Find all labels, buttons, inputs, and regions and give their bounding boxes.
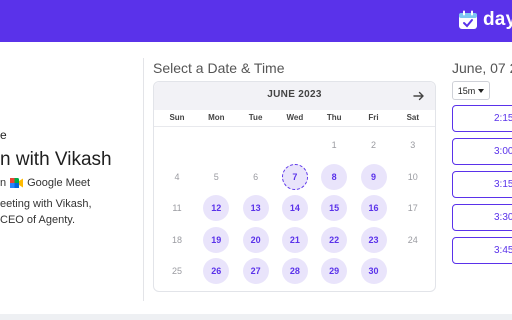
calendar-day[interactable]: 19 bbox=[203, 226, 230, 253]
footer-strip bbox=[0, 314, 512, 320]
next-month-arrow-icon[interactable] bbox=[411, 88, 427, 104]
time-slot-button[interactable]: 2:15 bbox=[452, 105, 512, 132]
meeting-platform: Google Meet bbox=[27, 177, 91, 189]
time-slot-label: 3:15 bbox=[494, 179, 512, 190]
top-bar bbox=[0, 0, 512, 42]
calendar-day: 25 bbox=[171, 266, 182, 276]
duration-value: 15m bbox=[457, 85, 476, 96]
calendar-day[interactable]: 30 bbox=[360, 258, 387, 284]
weekday-label: Tue bbox=[248, 113, 263, 122]
calendar-day: 10 bbox=[407, 171, 418, 182]
time-slot-button[interactable]: 3:30 bbox=[452, 204, 512, 231]
calendar-day[interactable]: 8 bbox=[321, 163, 348, 190]
month-label: JUNE 2023 bbox=[267, 89, 322, 100]
weekday-label: Fri bbox=[368, 113, 379, 122]
calendar-day[interactable]: 15 bbox=[321, 195, 348, 221]
calendar-day[interactable]: 29 bbox=[321, 258, 348, 284]
column-divider bbox=[143, 58, 144, 301]
calendar-day[interactable]: 21 bbox=[281, 226, 308, 253]
time-slot-label: 3:30 bbox=[494, 212, 512, 223]
calendar-day[interactable]: 26 bbox=[203, 258, 230, 284]
calendar-day[interactable]: 23 bbox=[360, 226, 387, 253]
duration-select[interactable]: 15m bbox=[452, 81, 490, 100]
calendar-day: 2 bbox=[370, 140, 376, 150]
meeting-description-line1: eeting with Vikash, bbox=[0, 198, 92, 210]
calendar-day[interactable]: 9 bbox=[360, 163, 387, 190]
time-slot-label: 3:45 bbox=[494, 245, 512, 256]
calendar-day[interactable]: 28 bbox=[281, 258, 308, 284]
calendar-day[interactable]: 14 bbox=[281, 195, 308, 221]
calendar-day[interactable]: 13 bbox=[242, 195, 269, 221]
weekday-divider bbox=[154, 126, 435, 127]
meeting-description-line2: CEO of Agenty. bbox=[0, 214, 76, 226]
google-meet-icon bbox=[10, 178, 24, 188]
weekday-label: Sun bbox=[169, 113, 185, 122]
host-name: e bbox=[0, 128, 7, 142]
weekday-label: Wed bbox=[286, 113, 304, 122]
time-slot-button[interactable]: 3:45 bbox=[452, 237, 512, 264]
selected-date-heading: June, 07 2 bbox=[452, 60, 512, 76]
calendar-day-selected[interactable]: 7 bbox=[281, 163, 308, 190]
time-slot-button[interactable]: 3:00 bbox=[452, 138, 512, 165]
time-slot-label: 2:15 bbox=[494, 113, 512, 124]
calendar-heading: Select a Date & Time bbox=[153, 60, 285, 76]
brand-name[interactable]: day bbox=[483, 9, 512, 31]
calendar-day: 5 bbox=[213, 171, 219, 182]
calendar-header: JUNE 2023 bbox=[154, 82, 435, 110]
calendar-day: 11 bbox=[172, 203, 182, 213]
time-slot-label: 3:00 bbox=[494, 146, 512, 157]
time-slot-button[interactable]: 3:15 bbox=[452, 171, 512, 198]
calendar-check-icon[interactable] bbox=[457, 9, 479, 31]
calendar-day[interactable]: 22 bbox=[321, 226, 348, 253]
calendar-day: 4 bbox=[174, 171, 180, 182]
calendar-day[interactable]: 20 bbox=[242, 226, 269, 253]
meeting-meta: n Google Meet bbox=[0, 175, 90, 191]
calendar-day: 17 bbox=[407, 203, 418, 213]
meeting-title: n with Vikash bbox=[0, 149, 112, 170]
calendar-day[interactable]: 27 bbox=[242, 258, 269, 284]
calendar-day[interactable]: 12 bbox=[203, 195, 230, 221]
weekday-label: Sat bbox=[406, 113, 420, 122]
calendar-day: 18 bbox=[171, 234, 182, 245]
calendar-day: 6 bbox=[253, 171, 259, 182]
calendar-day: 3 bbox=[410, 140, 416, 150]
calendar: JUNE 2023 Sun Mon Tue Wed Thu Fri Sat 1 2 3 4 5 6 7 8 9… bbox=[153, 81, 436, 292]
chevron-down-icon bbox=[478, 88, 485, 93]
weekday-label: Mon bbox=[208, 113, 225, 122]
calendar-day[interactable]: 16 bbox=[360, 195, 387, 221]
duration-text: n bbox=[0, 177, 7, 189]
weekday-label: Thu bbox=[326, 113, 342, 122]
calendar-day: 24 bbox=[407, 234, 418, 245]
calendar-day: 1 bbox=[331, 140, 337, 150]
